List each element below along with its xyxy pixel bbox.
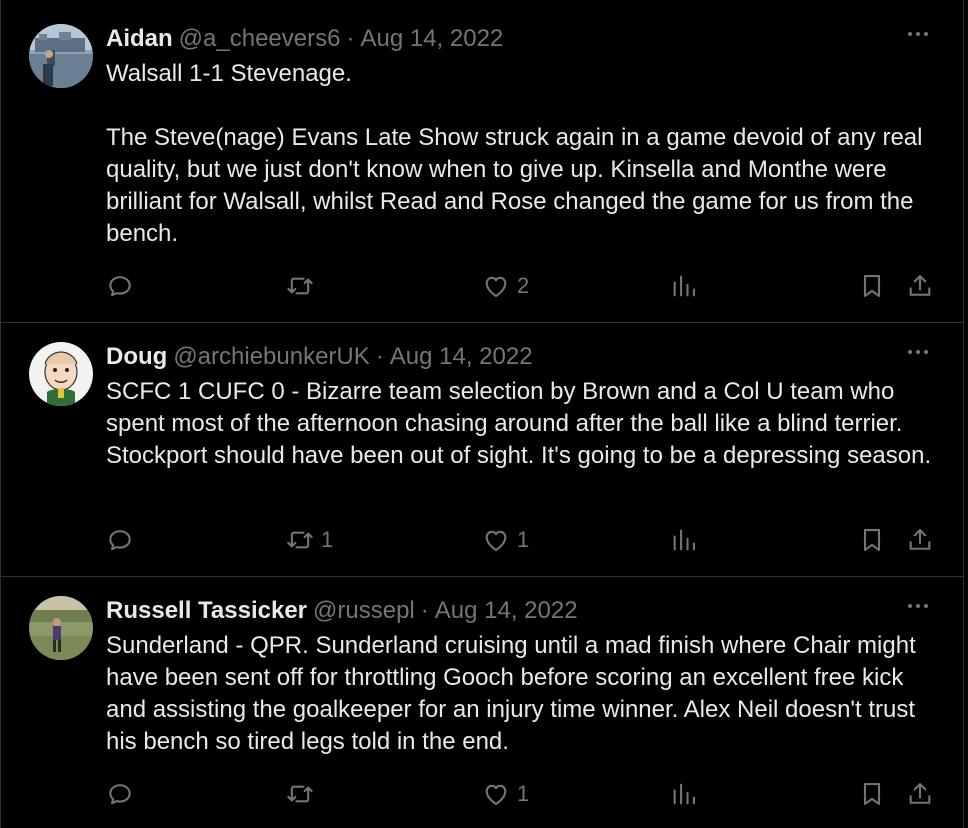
author-name[interactable]: Aidan [106,25,173,53]
reply-icon [106,526,134,554]
like-button[interactable]: 2 [482,270,529,302]
heart-icon [482,780,510,808]
more-icon[interactable] [908,604,928,608]
like-button[interactable]: 1 [482,778,529,810]
retweet-button[interactable]: 1 [286,524,333,556]
more-icon[interactable] [908,32,928,36]
reply-button[interactable] [106,270,141,302]
heart-icon [482,272,510,300]
tweet-paragraph: Walsall 1-1 Stevenage. [106,60,352,87]
action-bar: 1 1 [106,524,936,556]
share-icon [906,526,934,554]
tweet-date[interactable]: Aug 14, 2022 [435,597,578,625]
tweet[interactable]: Aidan @a_cheevers6 · Aug 14, 2022 Walsal… [0,0,964,323]
tweet-feed: Aidan @a_cheevers6 · Aug 14, 2022 Walsal… [0,0,968,828]
retweet-icon [286,780,314,808]
bookmark-icon [858,780,886,808]
action-bar: 1 [106,778,936,810]
avatar[interactable] [29,342,93,406]
tweet-date[interactable]: Aug 14, 2022 [390,343,533,371]
retweet-button[interactable] [286,778,321,810]
share-button[interactable] [906,270,934,302]
reply-icon [106,780,134,808]
views-icon [670,526,698,554]
share-button[interactable] [906,778,934,810]
author-name[interactable]: Russell Tassicker [106,597,307,625]
tweet-text: SCFC 1 CUFC 0 - Bizarre team selection b… [106,376,946,472]
tweet-paragraph: Sunderland - QPR. Sunderland cruising un… [106,632,916,755]
retweet-button[interactable] [286,270,321,302]
tweet-header: Doug @archiebunkerUK · Aug 14, 2022 [106,342,934,372]
share-icon [906,780,934,808]
tweet[interactable]: Doug @archiebunkerUK · Aug 14, 2022 SCFC… [0,323,964,577]
tweet-paragraph: SCFC 1 CUFC 0 - Bizarre team selection b… [106,378,932,469]
tweet-header: Russell Tassicker @russepl · Aug 14, 202… [106,596,934,626]
like-button[interactable]: 1 [482,524,529,556]
bookmark-icon [858,526,886,554]
bookmark-button[interactable] [858,270,886,302]
reply-button[interactable] [106,778,141,810]
reply-button[interactable] [106,524,141,556]
tweet[interactable]: Russell Tassicker @russepl · Aug 14, 202… [0,577,964,828]
separator: · [420,597,429,624]
like-count: 2 [517,273,530,298]
like-count: 1 [517,781,530,806]
retweet-icon [286,526,314,554]
tweet-header: Aidan @a_cheevers6 · Aug 14, 2022 [106,24,934,54]
author-handle[interactable]: @archiebunkerUK [173,343,369,371]
separator: · [375,343,384,370]
reply-icon [106,272,134,300]
retweet-icon [286,272,314,300]
avatar[interactable] [29,596,93,660]
author-handle[interactable]: @russepl [313,597,415,625]
share-button[interactable] [906,524,934,556]
share-icon [906,272,934,300]
tweet-date[interactable]: Aug 14, 2022 [360,25,503,53]
author-handle[interactable]: @a_cheevers6 [179,25,341,53]
heart-icon [482,526,510,554]
more-icon[interactable] [908,350,928,354]
views-button[interactable] [670,778,698,810]
bookmark-button[interactable] [858,524,886,556]
views-icon [670,272,698,300]
bookmark-icon [858,272,886,300]
tweet-text: Sunderland - QPR. Sunderland cruising un… [106,630,946,758]
tweet-paragraph: The Steve(nage) Evans Late Show struck a… [106,124,923,247]
views-button[interactable] [670,270,698,302]
action-bar: 2 [106,270,936,302]
views-icon [670,780,698,808]
like-count: 1 [517,527,530,552]
views-button[interactable] [670,524,698,556]
retweet-count: 1 [321,527,334,552]
tweet-text: Walsall 1-1 Stevenage. The Steve(nage) E… [106,58,946,250]
avatar[interactable] [29,24,93,88]
separator: · [346,25,355,52]
bookmark-button[interactable] [858,778,886,810]
author-name[interactable]: Doug [106,343,167,371]
